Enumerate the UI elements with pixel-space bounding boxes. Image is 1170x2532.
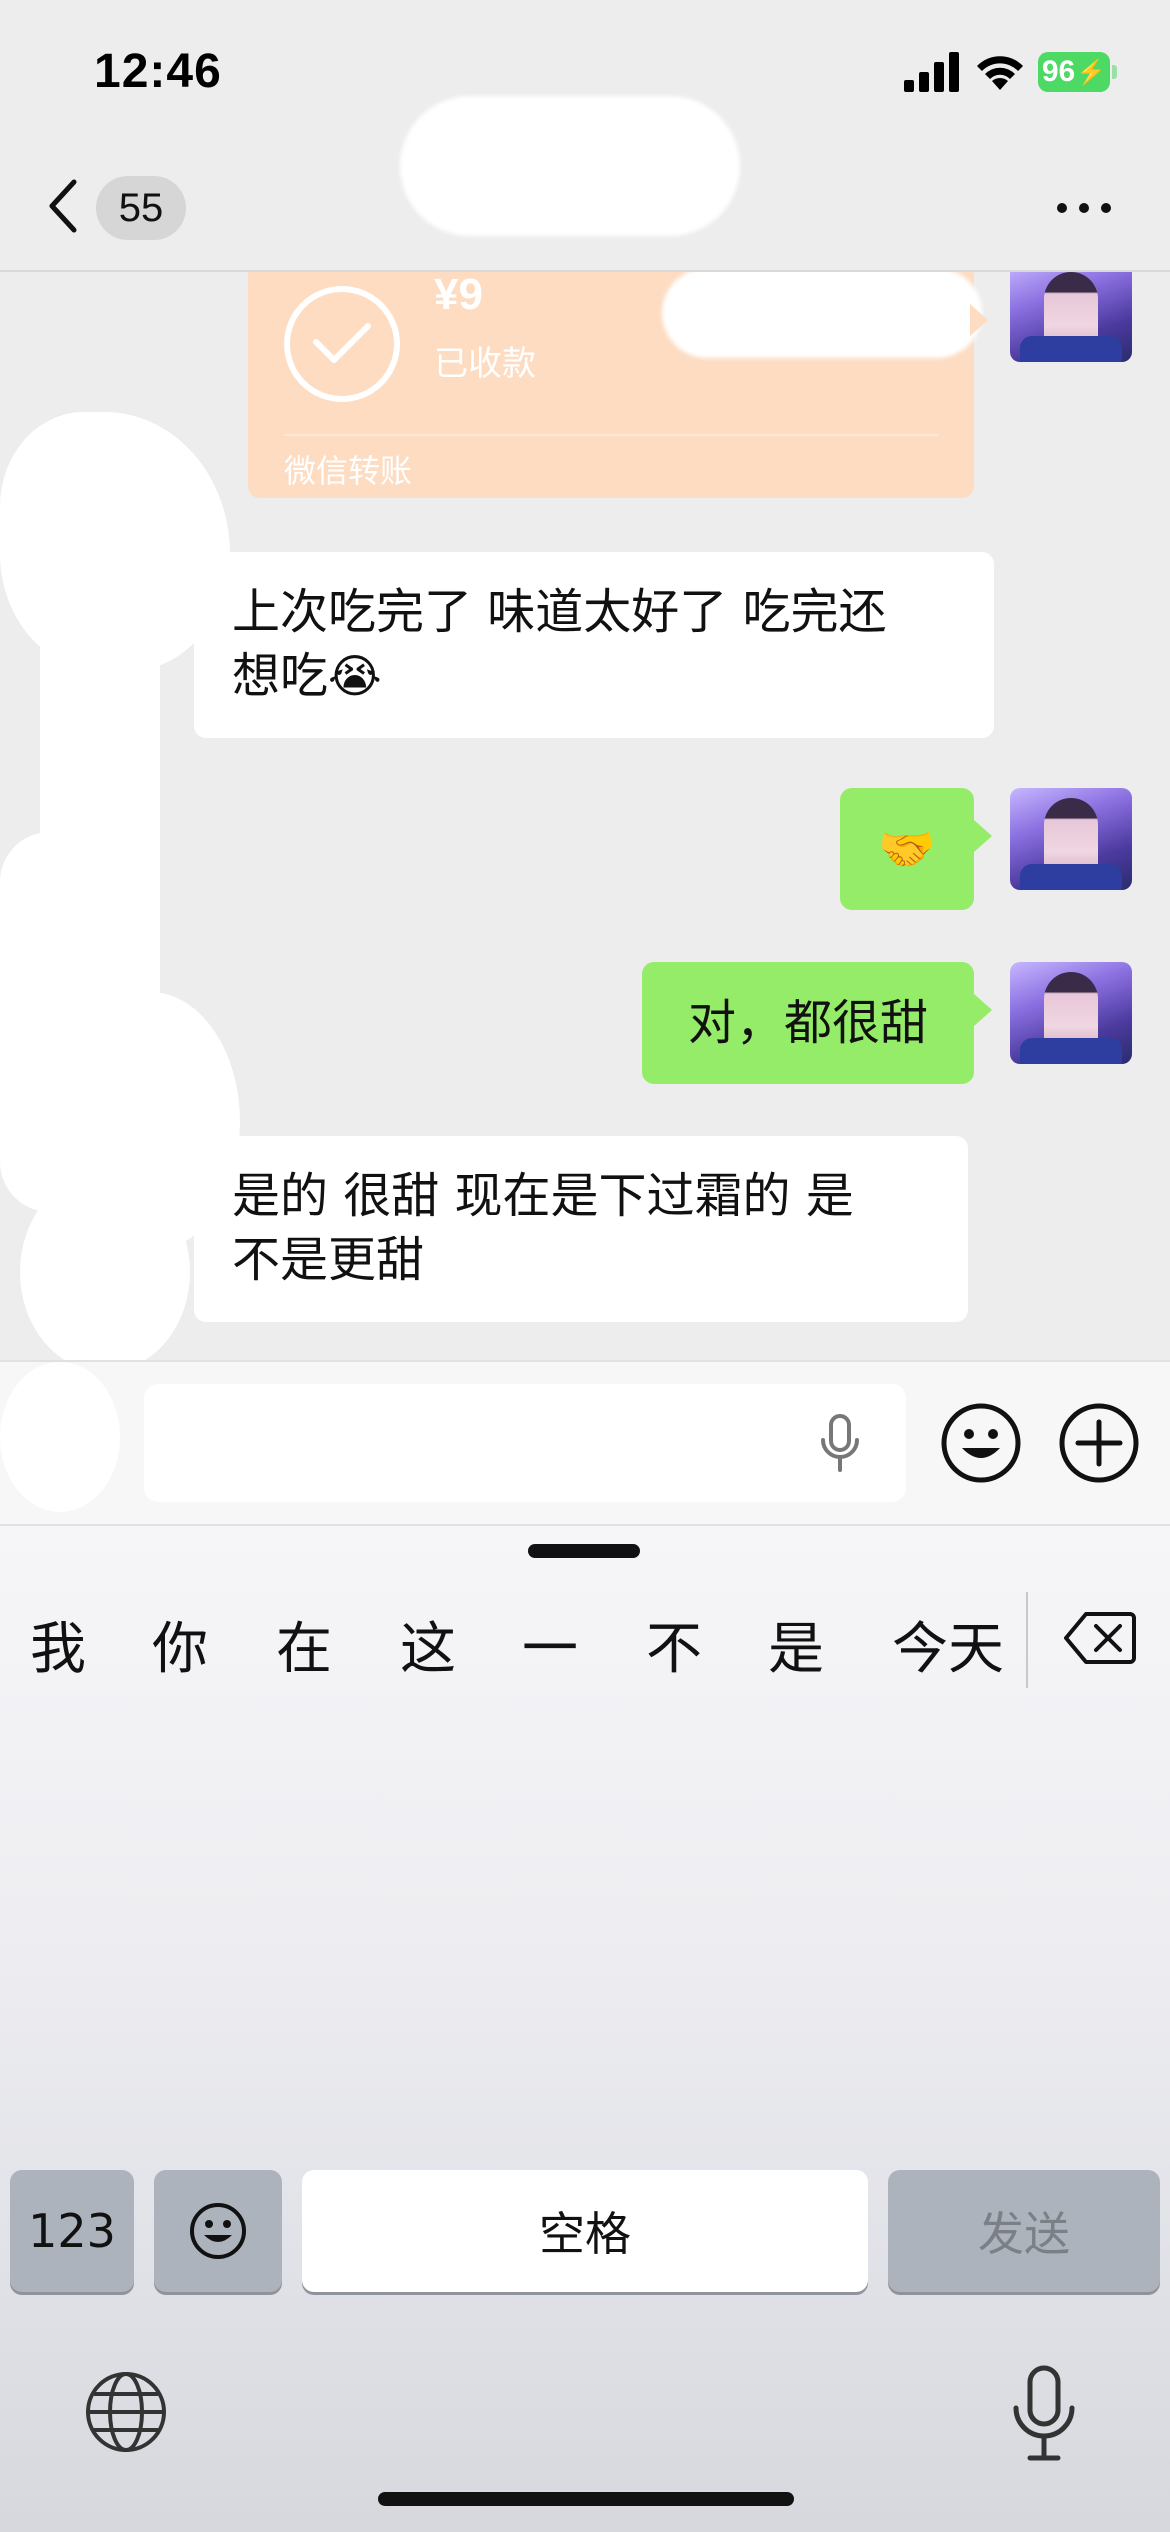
message-text-line: 是的 很甜 现在是下过霜的 是 <box>232 1168 854 1224</box>
redacted-chat-title <box>400 96 740 236</box>
candidate-word[interactable]: 你 <box>152 1604 208 1685</box>
chevron-left-icon[interactable] <box>44 176 84 236</box>
outgoing-emoji-bubble[interactable]: 🤝 <box>840 788 992 910</box>
keyboard-drag-handle[interactable] <box>528 1544 640 1558</box>
transfer-message-card[interactable]: ¥9 已收款 微信转账 <box>248 272 982 498</box>
microphone-icon[interactable] <box>818 1414 862 1472</box>
redaction-smear <box>0 832 100 1212</box>
charging-bolt-icon: ⚡ <box>1076 58 1107 86</box>
message-input-bar <box>0 1360 1170 1526</box>
message-text-line: 上次吃完了 味道太好了 吃完还 <box>232 584 887 640</box>
candidate-word[interactable]: 这 <box>400 1604 456 1685</box>
message-text: 对，都很甜 <box>687 995 928 1051</box>
message-list[interactable]: ¥9 已收款 微信转账 上次吃完了 味道太好了 吃完还 想吃😭 🤝 对，都很甜 … <box>0 272 1170 1360</box>
candidate-bar: 我 你 在 这 一 不 是 今天 <box>0 1574 1170 1708</box>
wifi-icon <box>977 56 1023 90</box>
my-avatar[interactable] <box>1010 962 1132 1064</box>
crying-laughing-emoji: 😭 <box>328 649 382 703</box>
check-circle-icon <box>284 286 400 402</box>
message-text-line: 不是更甜 <box>232 1232 425 1288</box>
message-input[interactable] <box>144 1384 906 1502</box>
candidate-word[interactable]: 在 <box>276 1604 332 1685</box>
smiley-icon[interactable] <box>940 1402 1022 1484</box>
cellular-signal-icon <box>904 52 959 92</box>
home-indicator[interactable] <box>378 2492 794 2506</box>
ellipsis-icon[interactable] <box>1054 200 1114 216</box>
message-text-line: 想吃 <box>232 648 329 704</box>
candidate-word[interactable]: 我 <box>30 1604 86 1685</box>
redaction-smear <box>0 1362 120 1512</box>
globe-icon[interactable] <box>84 2370 168 2454</box>
transfer-footer-label: 微信转账 <box>284 452 413 490</box>
my-avatar[interactable] <box>1010 272 1132 362</box>
battery-level: 96 <box>1041 55 1076 88</box>
transfer-amount: ¥9 <box>434 272 483 319</box>
incoming-message-bubble[interactable]: 上次吃完了 味道太好了 吃完还 想吃😭 <box>194 552 994 738</box>
candidate-word[interactable]: 一 <box>522 1604 578 1685</box>
backspace-icon[interactable] <box>1064 1610 1136 1666</box>
status-time: 12:46 <box>94 45 222 98</box>
outgoing-message-bubble[interactable]: 对，都很甜 <box>642 962 992 1084</box>
space-key[interactable]: 空格 <box>302 2170 868 2292</box>
candidate-word[interactable]: 是 <box>768 1604 824 1685</box>
keyboard: 我 你 在 这 一 不 是 今天 123 空格 发送 <box>0 1526 1170 2532</box>
my-avatar[interactable] <box>1010 788 1132 890</box>
incoming-message-bubble[interactable]: 是的 很甜 现在是下过霜的 是 不是更甜 <box>194 1136 968 1322</box>
unread-count-badge[interactable]: 55 <box>96 176 186 240</box>
redaction-mark <box>662 272 982 358</box>
card-divider <box>284 434 938 436</box>
numbers-key[interactable]: 123 <box>10 2170 134 2292</box>
smiley-icon <box>190 2203 246 2259</box>
battery-indicator: 96 ⚡ <box>1038 52 1117 92</box>
bubble-tail <box>970 304 988 336</box>
emoji-key[interactable] <box>154 2170 282 2292</box>
send-key[interactable]: 发送 <box>888 2170 1160 2292</box>
candidate-word[interactable]: 不 <box>646 1604 702 1685</box>
candidate-divider <box>1026 1592 1028 1688</box>
plus-circle-icon[interactable] <box>1058 1402 1140 1484</box>
handshake-emoji: 🤝 <box>878 822 936 876</box>
transfer-status: 已收款 <box>434 344 536 384</box>
dictation-microphone-icon[interactable] <box>1004 2364 1084 2464</box>
candidate-word[interactable]: 今天 <box>892 1604 1004 1685</box>
